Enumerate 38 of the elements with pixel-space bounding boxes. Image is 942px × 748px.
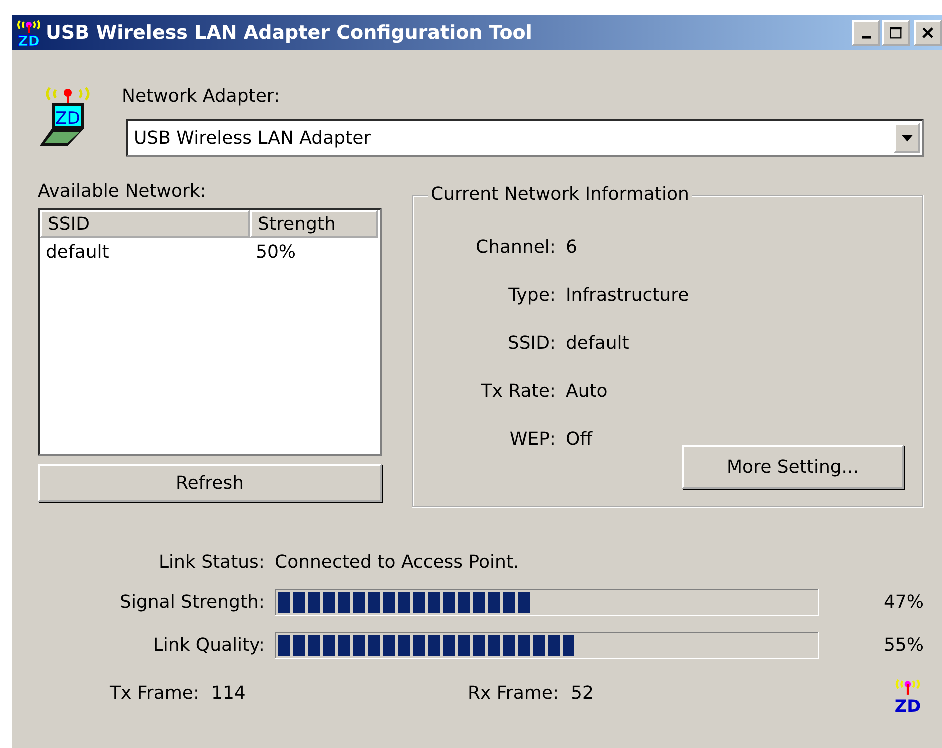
minimize-button[interactable]	[852, 20, 880, 46]
meter-label: Signal Strength:	[119, 592, 265, 613]
field-value: Off	[566, 429, 593, 450]
minimize-icon	[862, 36, 870, 39]
dropdown-button[interactable]	[894, 123, 920, 153]
strength-cell[interactable]: 50%	[250, 238, 378, 267]
field-label: Type:	[508, 285, 556, 306]
close-button[interactable]	[914, 20, 942, 46]
network-adapter-dropdown[interactable]: USB Wireless LAN Adapter	[126, 119, 924, 157]
ssid-cell[interactable]: default	[40, 238, 250, 267]
maximize-icon	[888, 24, 904, 40]
frame-label: Tx Frame:	[110, 683, 200, 704]
link-status-label: Link Status:	[158, 552, 265, 573]
field-value: 6	[566, 237, 578, 258]
field-label: Tx Rate:	[480, 381, 556, 402]
column-header[interactable]: Strength	[250, 210, 378, 238]
meter-reading: 55%	[882, 635, 924, 656]
field-value: default	[566, 333, 630, 354]
meter-label: Link Quality:	[152, 635, 265, 656]
caret-icon	[902, 134, 912, 142]
field-value: Infrastructure	[566, 285, 690, 306]
window-title: USB Wireless LAN Adapter Configuration Tool	[46, 22, 532, 44]
close-icon	[920, 24, 936, 40]
available-network-label: Available Network:	[38, 181, 208, 202]
column-header[interactable]: SSID	[40, 210, 250, 238]
more-setting-button[interactable]: More Setting...	[682, 445, 904, 489]
network-adapter-label: Network Adapter:	[122, 86, 282, 107]
frame-label: Rx Frame:	[468, 683, 560, 704]
refresh-button[interactable]: Refresh	[38, 464, 382, 502]
field-label: SSID:	[506, 333, 556, 354]
meter-reading: 47%	[882, 592, 924, 613]
link-status-value: Connected to Access Point.	[275, 552, 520, 573]
maximize-button[interactable]	[882, 20, 910, 46]
frame-value: 52	[571, 683, 594, 704]
field-label: WEP:	[508, 429, 556, 450]
field-value: Auto	[566, 381, 608, 402]
field-label: Channel:	[475, 237, 556, 258]
frame-value: 114	[212, 683, 246, 704]
